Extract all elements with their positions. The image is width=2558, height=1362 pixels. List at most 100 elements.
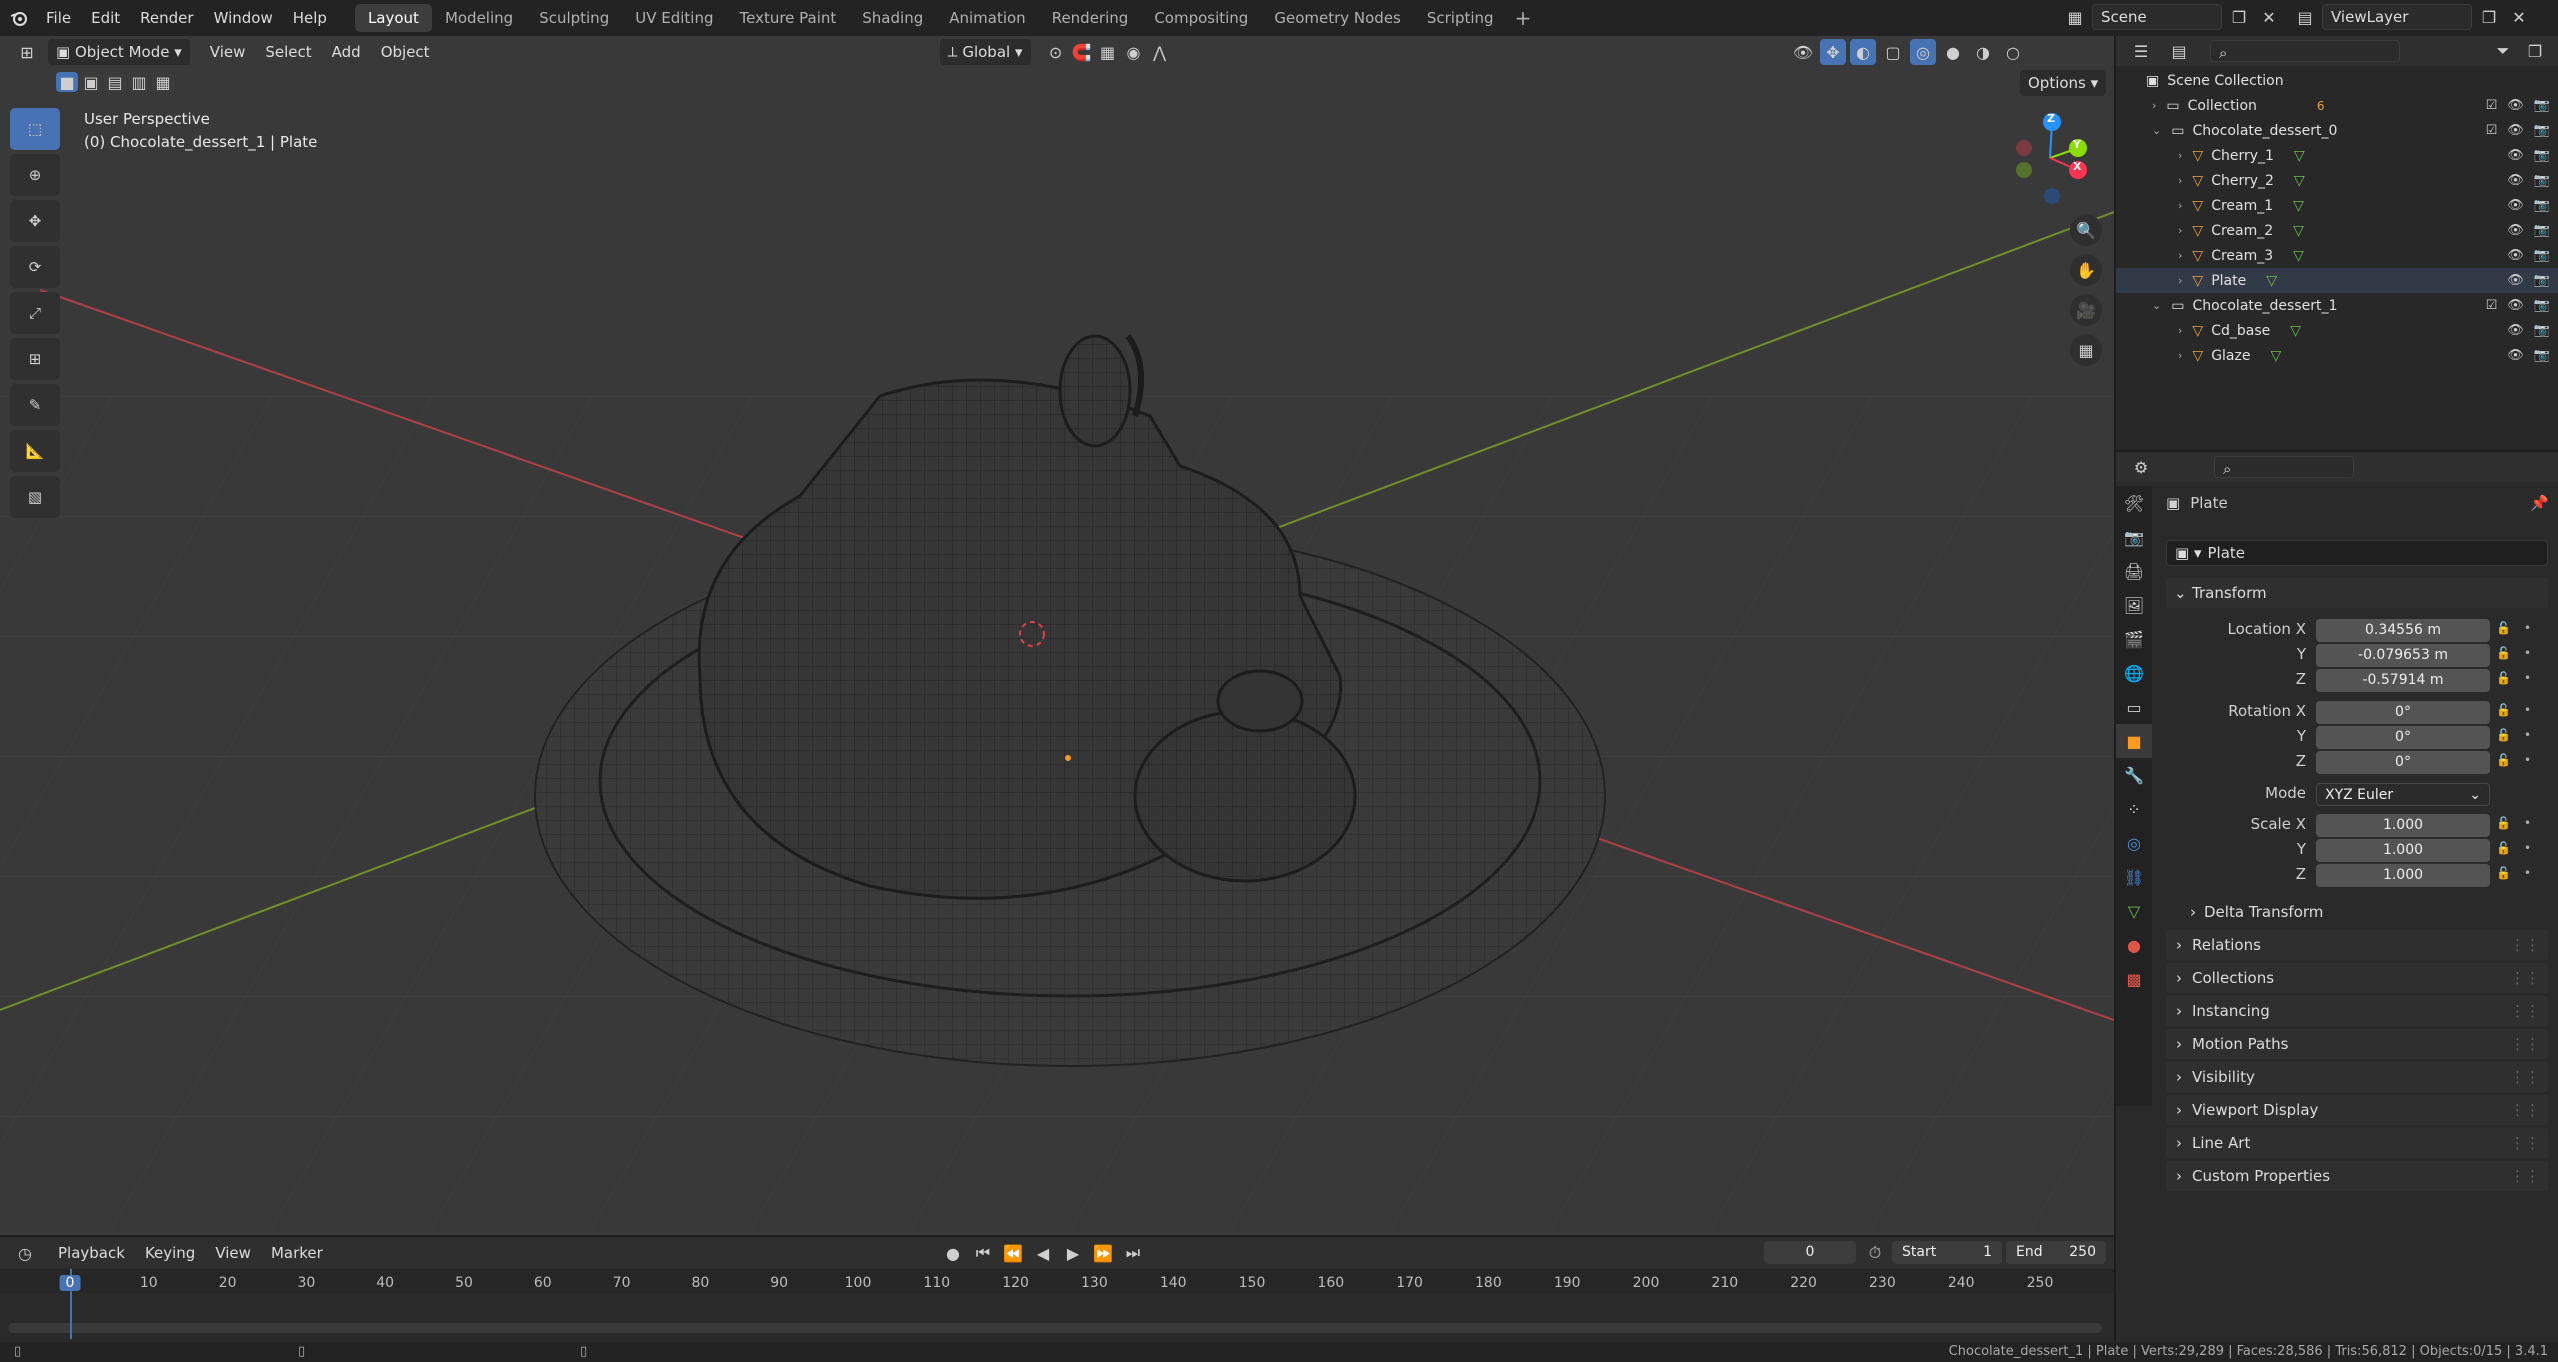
- options-dropdown[interactable]: Options ▾: [2020, 70, 2107, 96]
- select-invert-icon[interactable]: ▥: [128, 72, 150, 92]
- rotation-y-field[interactable]: 0°: [2316, 726, 2490, 749]
- outliner-row[interactable]: › ▽ Cherry_1 ▽ 👁 📷: [2116, 143, 2558, 168]
- eye-icon[interactable]: 👁: [2507, 223, 2524, 238]
- lock-icon[interactable]: 🔓: [2496, 621, 2511, 635]
- panel-collections[interactable]: › Collections ⋮⋮: [2166, 963, 2548, 993]
- workspace-tab-uv-editing[interactable]: UV Editing: [622, 4, 726, 32]
- record-keyframe-icon[interactable]: ●: [940, 1240, 966, 1266]
- camera-view-icon[interactable]: 🎥: [2070, 294, 2102, 326]
- falloff-icon[interactable]: ⋀: [1147, 39, 1173, 65]
- add-workspace-button[interactable]: +: [1515, 6, 1532, 30]
- expand-chevron-icon[interactable]: ›: [2178, 224, 2182, 237]
- timeline-menu-keying[interactable]: Keying: [135, 1239, 205, 1267]
- camera-render-icon[interactable]: 📷: [2534, 348, 2550, 363]
- proportional-edit-icon[interactable]: ◉: [1121, 39, 1147, 65]
- workspace-tab-shading[interactable]: Shading: [849, 4, 936, 32]
- outliner-row[interactable]: › ▽ Glaze ▽ 👁 📷: [2116, 343, 2558, 368]
- display-mode-icon[interactable]: ▤: [2166, 38, 2192, 64]
- eye-icon[interactable]: 👁: [2507, 298, 2524, 313]
- lock-icon[interactable]: 🔓: [2496, 753, 2511, 767]
- keyframe-dot-icon[interactable]: •: [2524, 621, 2531, 635]
- expand-chevron-icon[interactable]: ›: [2178, 249, 2182, 262]
- play-reverse-icon[interactable]: ◀: [1030, 1240, 1056, 1266]
- location-x-field[interactable]: 0.34556 m: [2316, 619, 2490, 642]
- select-box-tool-icon[interactable]: ⬚: [10, 108, 60, 150]
- drag-handle-icon[interactable]: ⋮⋮: [2510, 1029, 2540, 1059]
- workspace-tab-sculpting[interactable]: Sculpting: [526, 4, 622, 32]
- panel-custom-properties[interactable]: › Custom Properties ⋮⋮: [2166, 1161, 2548, 1191]
- wireframe-shading-icon[interactable]: ◎: [1910, 39, 1936, 65]
- panel-relations[interactable]: › Relations ⋮⋮: [2166, 930, 2548, 960]
- workspace-tab-scripting[interactable]: Scripting: [1414, 4, 1507, 32]
- outliner-row[interactable]: › ▽ Cream_3 ▽ 👁 📷: [2116, 243, 2558, 268]
- properties-editor-icon[interactable]: ⚙: [2128, 454, 2154, 480]
- drag-handle-icon[interactable]: ⋮⋮: [2510, 930, 2540, 960]
- move-tool-icon[interactable]: ✥: [10, 200, 60, 242]
- outliner-row[interactable]: › ▽ Cherry_2 ▽ 👁 📷: [2116, 168, 2558, 193]
- cursor-tool-icon[interactable]: ⊕: [10, 154, 60, 196]
- outliner-row[interactable]: › ▽ Cream_1 ▽ 👁 📷: [2116, 193, 2558, 218]
- timeline-editor-icon[interactable]: ◷: [12, 1240, 38, 1266]
- camera-render-icon[interactable]: 📷: [2534, 148, 2550, 163]
- lock-icon[interactable]: 🔓: [2496, 841, 2511, 855]
- transform-orientation-dropdown[interactable]: ⟂ Global ▾: [939, 39, 1031, 65]
- eye-icon[interactable]: 👁: [2507, 248, 2524, 263]
- outliner-search-input[interactable]: ⌕: [2210, 40, 2400, 62]
- add-cube-tool-icon[interactable]: ▧: [10, 476, 60, 518]
- panel-line-art[interactable]: › Line Art ⋮⋮: [2166, 1128, 2548, 1158]
- rotate-tool-icon[interactable]: ⟳: [10, 246, 60, 288]
- new-scene-icon[interactable]: ❐: [2226, 4, 2252, 30]
- visibility-filter-icon[interactable]: 👁: [1790, 39, 1816, 65]
- new-collection-icon[interactable]: ❐: [2522, 38, 2548, 64]
- rotation-x-field[interactable]: 0°: [2316, 701, 2490, 724]
- outliner-row[interactable]: › ▽ Cd_base ▽ 👁 📷: [2116, 318, 2558, 343]
- scene-icon[interactable]: ▦: [2062, 4, 2088, 30]
- exclude-checkbox[interactable]: ☑: [2486, 298, 2498, 313]
- menu-edit[interactable]: Edit: [81, 0, 130, 36]
- eye-icon[interactable]: 👁: [2507, 348, 2524, 363]
- annotate-tool-icon[interactable]: ✎: [10, 384, 60, 426]
- xray-toggle-icon[interactable]: ▢: [1880, 39, 1906, 65]
- menu-file[interactable]: File: [36, 0, 81, 36]
- menu-render[interactable]: Render: [130, 0, 203, 36]
- workspace-tab-texture-paint[interactable]: Texture Paint: [726, 4, 849, 32]
- view-layer-tab-icon[interactable]: 🖼: [2116, 588, 2152, 622]
- rendered-shading-icon[interactable]: ○: [2000, 39, 2026, 65]
- lock-icon[interactable]: 🔓: [2496, 816, 2511, 830]
- lock-icon[interactable]: 🔓: [2496, 703, 2511, 717]
- timeline-menu-playback[interactable]: Playback: [48, 1239, 135, 1267]
- jump-end-icon[interactable]: ⏭: [1120, 1240, 1146, 1266]
- keyframe-dot-icon[interactable]: •: [2524, 703, 2531, 717]
- outliner-row[interactable]: › ▭ Collection 6 ☑ 👁 📷: [2116, 93, 2558, 118]
- render-tab-icon[interactable]: 📷: [2116, 520, 2152, 554]
- scale-z-field[interactable]: 1.000: [2316, 864, 2490, 887]
- pan-hand-icon[interactable]: ✋: [2070, 254, 2102, 286]
- eye-icon[interactable]: 👁: [2507, 323, 2524, 338]
- jump-start-icon[interactable]: ⏮: [970, 1240, 996, 1266]
- keyframe-dot-icon[interactable]: •: [2524, 671, 2531, 685]
- keyframe-dot-icon[interactable]: •: [2524, 753, 2531, 767]
- camera-render-icon[interactable]: 📷: [2534, 98, 2550, 113]
- lock-icon[interactable]: 🔓: [2496, 728, 2511, 742]
- select-intersect-icon[interactable]: ▦: [152, 72, 174, 92]
- pivot-point-icon[interactable]: ⊙: [1043, 39, 1069, 65]
- drag-handle-icon[interactable]: ⋮⋮: [2510, 1062, 2540, 1092]
- delete-view-layer-icon[interactable]: ✕: [2506, 4, 2532, 30]
- outliner-row[interactable]: ⌄ ▭ Chocolate_dessert_1 ☑ 👁 📷: [2116, 293, 2558, 318]
- select-extend-icon[interactable]: ▣: [80, 72, 102, 92]
- transform-tool-icon[interactable]: ⊞: [10, 338, 60, 380]
- expand-chevron-icon[interactable]: ›: [2178, 199, 2182, 212]
- scale-x-field[interactable]: 1.000: [2316, 814, 2490, 837]
- material-shading-icon[interactable]: ◑: [1970, 39, 1996, 65]
- location-y-field[interactable]: -0.079653 m: [2316, 644, 2490, 667]
- eye-icon[interactable]: 👁: [2507, 123, 2524, 138]
- panel-visibility[interactable]: › Visibility ⋮⋮: [2166, 1062, 2548, 1092]
- workspace-tab-geometry-nodes[interactable]: Geometry Nodes: [1261, 4, 1414, 32]
- material-tab-icon[interactable]: ●: [2116, 928, 2152, 962]
- timeline-menu-view[interactable]: View: [205, 1239, 261, 1267]
- lock-icon[interactable]: 🔓: [2496, 866, 2511, 880]
- zoom-icon[interactable]: 🔍: [2070, 214, 2102, 246]
- panel-viewport-display[interactable]: › Viewport Display ⋮⋮: [2166, 1095, 2548, 1125]
- editor-type-icon[interactable]: ⊞: [14, 39, 40, 65]
- scale-y-field[interactable]: 1.000: [2316, 839, 2490, 862]
